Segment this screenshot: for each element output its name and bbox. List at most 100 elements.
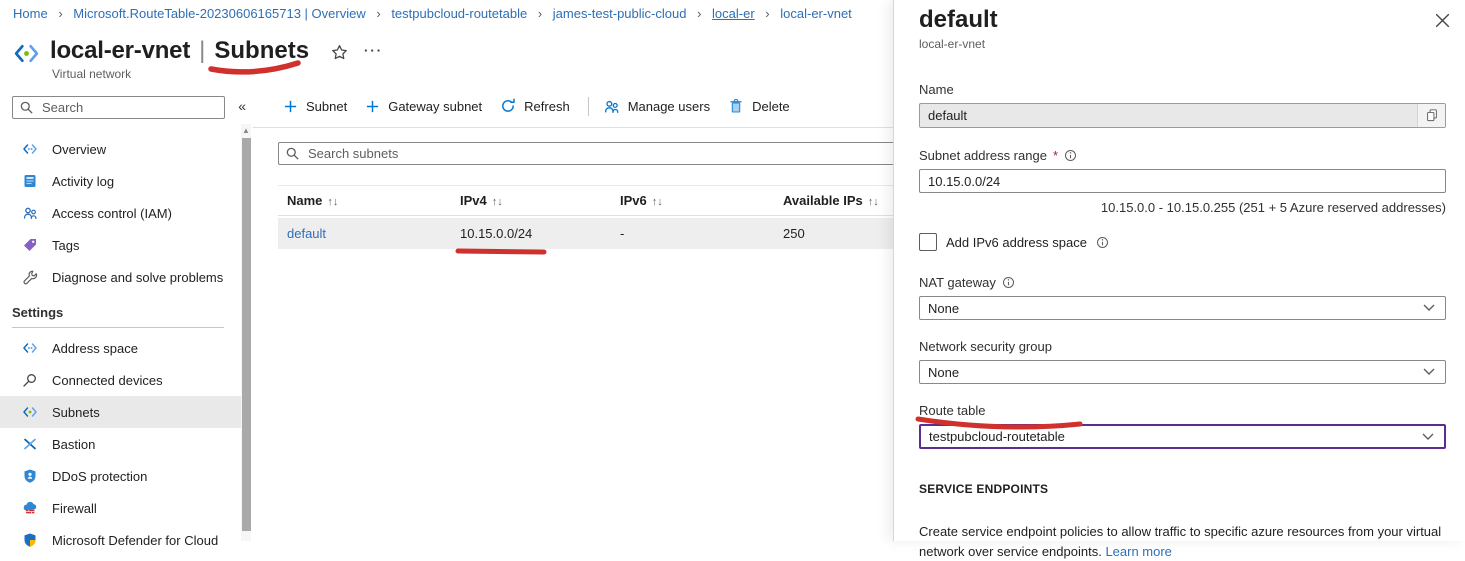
button-label: Subnet: [306, 99, 347, 114]
refresh-button[interactable]: Refresh: [500, 98, 570, 114]
sidebar-item-label: Overview: [52, 142, 106, 157]
sidebar-item-defender[interactable]: Microsoft Defender for Cloud: [0, 524, 241, 556]
panel-title: default: [919, 6, 1446, 34]
subnet-detail-panel: default local-er-vnet Name Subnet addres…: [893, 0, 1465, 541]
info-icon[interactable]: [1096, 236, 1109, 249]
sidebar-item-ddos-protection[interactable]: DDoS protection: [0, 460, 241, 492]
service-endpoints-text: Create service endpoint policies to allo…: [919, 524, 1441, 559]
column-header-ipv6[interactable]: IPv6↑↓: [611, 193, 774, 208]
chevron-down-icon: [1422, 433, 1434, 441]
sidebar-item-label: Diagnose and solve problems: [52, 270, 223, 285]
wrench-icon: [22, 269, 38, 285]
route-table-value: testpubcloud-routetable: [929, 429, 1422, 444]
sidebar-item-address-space[interactable]: Address space: [0, 332, 241, 364]
address-space-icon: [22, 340, 38, 356]
add-subnet-button[interactable]: Subnet: [283, 99, 347, 114]
bastion-icon: [22, 436, 38, 452]
subnet-search[interactable]: [278, 142, 953, 165]
plus-icon: [283, 99, 298, 114]
subnet-range-helper: 10.15.0.0 - 10.15.0.255 (251 + 5 Azure r…: [919, 200, 1446, 215]
sidebar-item-firewall[interactable]: Firewall: [0, 492, 241, 524]
sidebar-item-label: Access control (IAM): [52, 206, 172, 221]
subnet-name-link[interactable]: default: [278, 226, 451, 241]
nat-gateway-dropdown[interactable]: None: [919, 296, 1446, 320]
subnet-range-input[interactable]: [919, 169, 1446, 193]
sidebar-item-tags[interactable]: Tags: [0, 229, 241, 261]
sidebar-item-activity-log[interactable]: Activity log: [0, 165, 241, 197]
column-label: Name: [287, 193, 322, 208]
sort-icon: ↑↓: [652, 196, 663, 208]
sidebar-item-label: Firewall: [52, 501, 97, 516]
manage-users-button[interactable]: Manage users: [603, 98, 710, 115]
sidebar-search-input[interactable]: [40, 99, 218, 116]
close-icon[interactable]: [1435, 13, 1450, 28]
column-label: IPv4: [460, 193, 487, 208]
access-control-icon: [22, 205, 38, 221]
panel-subtitle: local-er-vnet: [919, 37, 1446, 51]
more-options-icon[interactable]: ···: [364, 43, 383, 58]
sidebar-scrollbar[interactable]: ▲: [241, 124, 251, 541]
sidebar-item-diagnose[interactable]: Diagnose and solve problems: [0, 261, 241, 293]
info-icon[interactable]: [1002, 276, 1015, 289]
name-field: [919, 103, 1446, 128]
nsg-value: None: [928, 365, 1423, 380]
button-label: Refresh: [524, 99, 570, 114]
page-title-section: Subnets: [214, 37, 309, 65]
sidebar-item-overview[interactable]: Overview: [0, 133, 241, 165]
sidebar-item-label: Activity log: [52, 174, 114, 189]
column-header-ipv4[interactable]: IPv4↑↓: [451, 193, 611, 208]
copy-button[interactable]: [1417, 104, 1445, 127]
breadcrumb-local-er-vnet[interactable]: local-er-vnet: [780, 6, 852, 21]
nsg-label: Network security group: [919, 339, 1446, 354]
service-endpoints-description: Create service endpoint policies to allo…: [919, 522, 1446, 561]
table-row-default[interactable]: default 10.15.0.0/24 - 250: [278, 218, 953, 249]
button-label: Manage users: [628, 99, 710, 114]
subnet-ipv6-value: -: [611, 226, 774, 241]
ipv6-checkbox[interactable]: [919, 233, 937, 251]
scrollbar-up-arrow[interactable]: ▲: [241, 124, 251, 137]
breadcrumb-james-test-public-cloud[interactable]: james-test-public-cloud: [553, 6, 687, 21]
table-header: Name↑↓ IPv4↑↓ IPv6↑↓ Available IPs↑↓: [278, 185, 953, 216]
favorite-star-icon[interactable]: [331, 44, 348, 61]
learn-more-link[interactable]: Learn more: [1105, 544, 1171, 559]
sidebar-item-label: Address space: [52, 341, 138, 356]
search-icon: [285, 146, 300, 161]
breadcrumb-testpubcloud-routetable[interactable]: testpubcloud-routetable: [391, 6, 527, 21]
sidebar-item-connected-devices[interactable]: Connected devices: [0, 364, 241, 396]
column-label: Available IPs: [783, 193, 863, 208]
column-header-name[interactable]: Name↑↓: [278, 193, 451, 208]
defender-shield-icon: [22, 532, 38, 548]
sidebar: « Overview Activity log: [0, 88, 253, 541]
route-table-dropdown[interactable]: testpubcloud-routetable: [919, 424, 1446, 449]
delete-button[interactable]: Delete: [728, 98, 790, 114]
button-label: Delete: [752, 99, 790, 114]
info-icon[interactable]: [1064, 149, 1077, 162]
trash-icon: [728, 98, 744, 114]
sidebar-item-label: Connected devices: [52, 373, 163, 388]
ddos-shield-icon: [22, 468, 38, 484]
plus-icon: [365, 99, 380, 114]
page-header: local-er-vnet | Subnets ··· Virtual netw…: [13, 34, 383, 81]
add-gateway-subnet-button[interactable]: Gateway subnet: [365, 99, 482, 114]
breadcrumb-local-er[interactable]: local-er: [712, 6, 755, 21]
page-title: local-er-vnet: [50, 37, 190, 65]
sort-icon: ↑↓: [868, 196, 879, 208]
breadcrumb-separator: ›: [765, 6, 769, 21]
collapse-sidebar-icon[interactable]: «: [238, 98, 246, 114]
breadcrumb-separator: ›: [538, 6, 542, 21]
subnet-search-input[interactable]: [306, 145, 946, 162]
nsg-dropdown[interactable]: None: [919, 360, 1446, 384]
sidebar-item-subnets[interactable]: Subnets: [0, 396, 241, 428]
breadcrumb-home[interactable]: Home: [13, 6, 48, 21]
sidebar-item-bastion[interactable]: Bastion: [0, 428, 241, 460]
breadcrumb-routetable-overview[interactable]: Microsoft.RouteTable-20230606165713 | Ov…: [73, 6, 365, 21]
nat-gateway-value: None: [928, 301, 1423, 316]
copy-icon: [1425, 108, 1439, 123]
virtual-network-icon: [13, 40, 40, 67]
sidebar-item-access-control[interactable]: Access control (IAM): [0, 197, 241, 229]
sidebar-search[interactable]: [12, 96, 225, 119]
breadcrumb-separator: ›: [697, 6, 701, 21]
subnet-range-label: Subnet address range: [919, 148, 1047, 163]
name-input: [920, 107, 1417, 124]
scrollbar-thumb[interactable]: [242, 138, 251, 531]
